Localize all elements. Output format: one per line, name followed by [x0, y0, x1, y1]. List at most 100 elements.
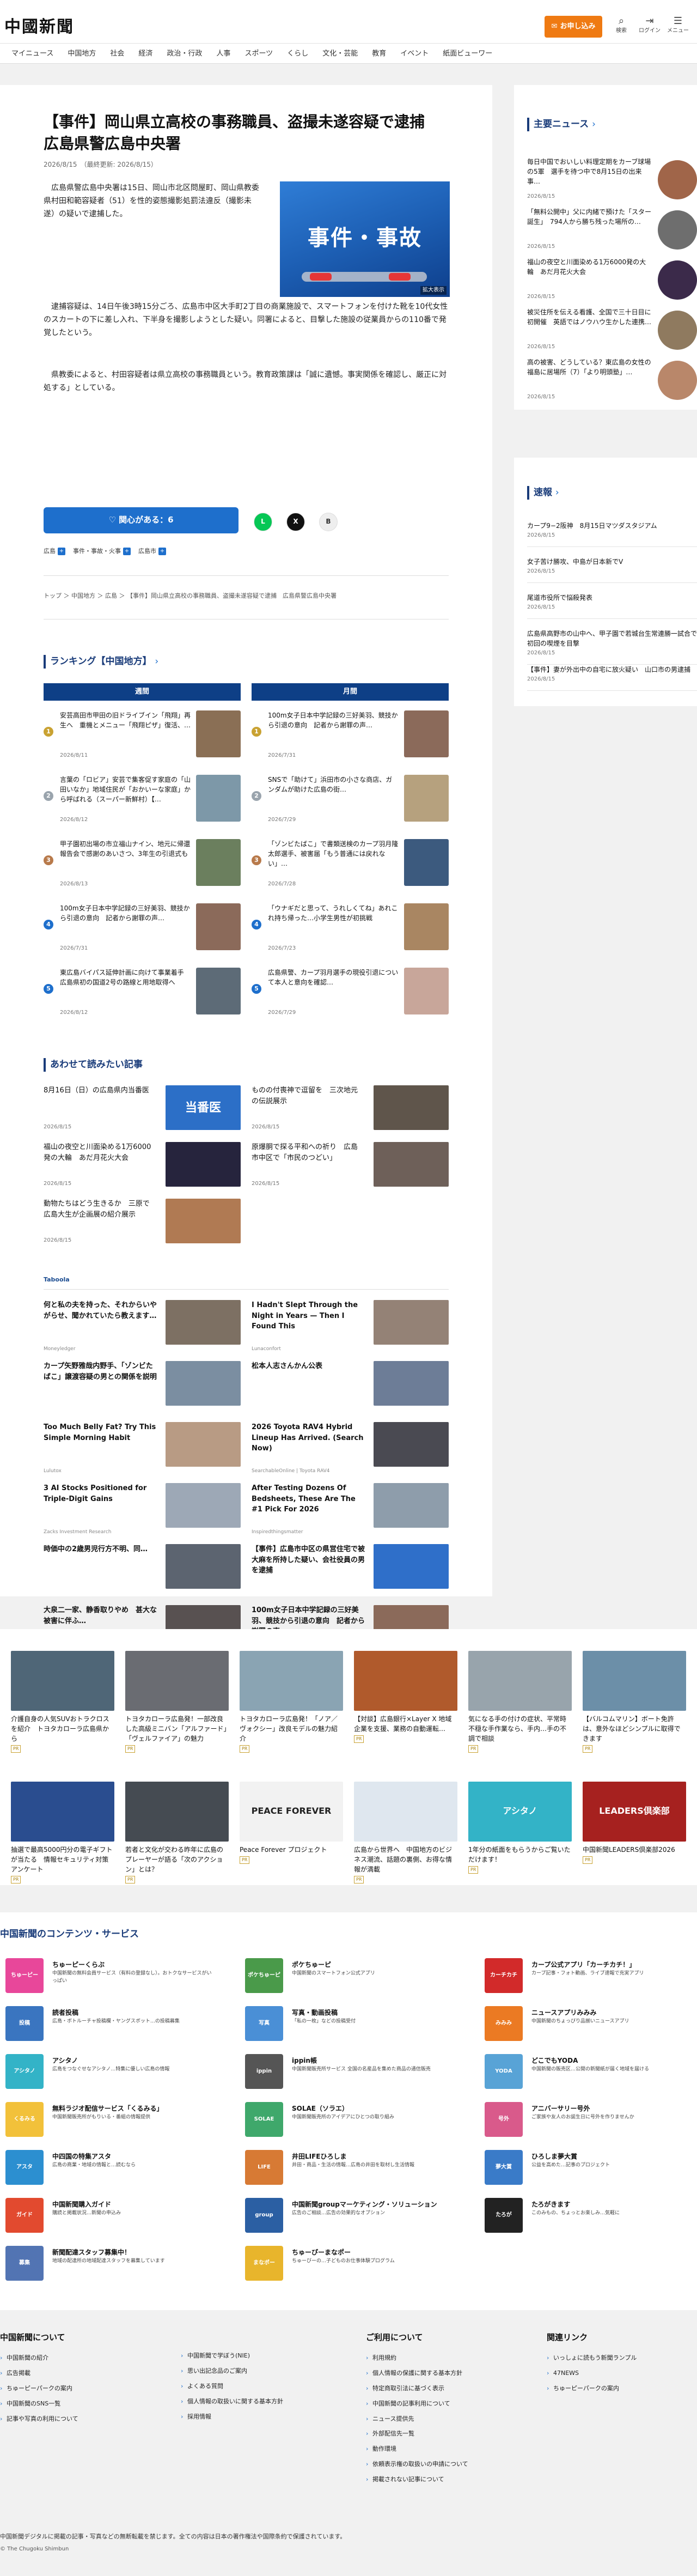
main-news-item[interactable]: 毎日中国でおいしい料理定期をカーブ球場の5軍 選手を待つ中で8月15日の出来事……	[527, 157, 697, 206]
related-item[interactable]: 原爆胴で探る平和への祈り 広島市中区で「市民のつどい」 2026/8/15	[252, 1142, 449, 1191]
sponsored-item[interactable]: 3 AI Stocks Positioned for Triple-Digit …	[44, 1483, 241, 1543]
sponsored-item[interactable]: Too Much Belly Fat? Try This Simple Morn…	[44, 1422, 241, 1482]
footer-link[interactable]: 記事や写真の利用について	[0, 2415, 78, 2423]
ad-card[interactable]: 【バルコムマリン】ボート免許は、意外なほどシンプルに取得できます PR	[583, 1651, 686, 1754]
article-photo[interactable]: 事件・事故 拡大表示	[280, 181, 450, 297]
main-news-heading[interactable]: 主要ニュース ›	[527, 118, 596, 131]
ad-card[interactable]: トヨタカローラ広島発！「ノア／ヴォクシー」改良モデルの魅力紹介 PR	[240, 1651, 343, 1754]
nav-item[interactable]: 政治・行政	[160, 44, 209, 63]
main-news-item[interactable]: 福山の夜空と川面染める1万6000発の大輪 あだ月花火大会 2026/8/15	[527, 257, 697, 306]
nav-item[interactable]: 教育	[365, 44, 393, 63]
tag[interactable]: 事件・事故・火事 +	[73, 547, 131, 556]
service-item[interactable]: たろが たろがきます このみもの、ちょっとお楽しみ…気軽に	[485, 2198, 697, 2236]
ranking-item[interactable]: 5 広島県警、カープ羽月選手の現役引退について本人と意向を確認… 2026/7/29	[252, 968, 449, 1022]
service-item[interactable]: アスタ 中四国の特集アスタ 広島の商業・地域の情報と…読むなら	[5, 2150, 234, 2188]
footer-link[interactable]: 個人情報の保護に関する基本方針	[366, 2369, 468, 2378]
related-item[interactable]: 動物たちはどう生きるか 三原で広島大生が企画展の紹介展示 2026/8/15	[44, 1199, 241, 1248]
ad-card[interactable]: 【対談】広島銀行×Layer X 地域企業を支援、業務の自動運転… PR	[354, 1651, 457, 1744]
service-item[interactable]: 夢大賞 ひろしま夢大賞 公益を高めた…記事のプロジェクト	[485, 2150, 697, 2188]
footer-link[interactable]: 特定商取引法に基づく表示	[366, 2384, 468, 2393]
service-item[interactable]: group 中国新聞groupマーケティング・ソリューション 広告のご相談…広告の効…	[245, 2198, 474, 2236]
footer-link[interactable]: いっしょに読もう新聞ランプル	[547, 2354, 637, 2362]
sponsored-item[interactable]: 2026 Toyota RAV4 Hybrid Lineup Has Arriv…	[252, 1422, 449, 1482]
nav-item[interactable]: 経済	[131, 44, 160, 63]
ad-card[interactable]: 広島から世界へ 中国地方のビジネス潮流、話題の裏側、お得な情報が満載 PR	[354, 1782, 457, 1885]
ranking-item[interactable]: 3 甲子園初出場の市立福山ナイン、地元に帰還 報告会で感謝のあいさつ、3年生の引退…	[44, 839, 241, 894]
related-item[interactable]: 8月16日（日）の広島県内当番医 2026/8/15 当番医	[44, 1085, 241, 1134]
ranking-item[interactable]: 1 100m女子日本中学記録の三好美羽、競技から引退の意向 記者から謝罪の声… 20…	[252, 710, 449, 765]
ranking-item[interactable]: 1 安芸高田市甲田の旧ドライブイン「飛翔」再生へ 重機とメニュー「飛翔ピザ」復活、…	[44, 710, 241, 765]
sponsored-item[interactable]: 時価中の2歳男児行方不明、同…	[44, 1544, 241, 1604]
footer-link[interactable]: 中国新聞のSNS一覧	[0, 2399, 78, 2408]
nav-item[interactable]: 紙面ビューワー	[436, 44, 499, 63]
sponsored-item[interactable]: カープ矢野雅哉内野手、「ゾンビたばこ」譲渡容疑の男との関係を説明	[44, 1361, 241, 1421]
footer-link[interactable]: 採用情報	[181, 2413, 283, 2421]
ranking-weekly-tab[interactable]: 週間	[44, 683, 241, 701]
search-icon[interactable]: ⌕ 検索	[608, 15, 635, 35]
ranking-item[interactable]: 2 SNSで「助けて」浜田市の小さな商店、ガンダムが助けた広島の街… 2026/7/…	[252, 775, 449, 829]
footer-link[interactable]: 中国新聞で学ぼう(NIE)	[181, 2352, 283, 2360]
site-logo[interactable]: 中國新聞	[4, 15, 74, 39]
main-news-item[interactable]: 被災住所を伝える看護、全国で三十日目に初開催 英語ではノウハウ生かした連携… 20…	[527, 307, 697, 356]
service-item[interactable]: SOLAE SOLAE（ソラエ） 中国新聞販売所のアイデアにひとつの取り組み	[245, 2102, 474, 2140]
sponsored-item[interactable]: 松本人志さんかん公表	[252, 1361, 449, 1421]
footer-link[interactable]: 47NEWS	[547, 2369, 637, 2378]
footer-link[interactable]: 掲載されない記事について	[366, 2475, 468, 2484]
ranking-item[interactable]: 4 「ウナギだと思って、うれしくてね」あれこれ持ち帰った…小学生男性が初挑戦 202…	[252, 903, 449, 958]
ad-card[interactable]: PEACE FOREVER Peace Forever プロジェクト PR	[240, 1782, 343, 1865]
nav-item[interactable]: イベント	[393, 44, 436, 63]
service-item[interactable]: くるみる 無料ラジオ配信サービス「くるみる」 中国新聞販売所がもりいる・番組の情報提…	[5, 2102, 234, 2140]
ad-card[interactable]: アシタノ 1年分の紙面をもらうからご覧いただけます！ PR	[468, 1782, 572, 1875]
line-share-icon[interactable]: L	[254, 513, 272, 531]
nav-item[interactable]: 中国地方	[60, 44, 103, 63]
ranking-item[interactable]: 2 言葉の「ロビア」安芸で集客促す家庭の「山田いなか」地域住民が「おかいーな家庭」…	[44, 775, 241, 829]
ranking-heading[interactable]: ランキング【中国地方】 ›	[44, 655, 158, 669]
service-item[interactable]: カーチカチ カープ公式アプリ「カーチカチ！」 カープ記事・フォト動画、ライブ速報で充…	[485, 1958, 697, 1996]
taboola-logo[interactable]: Taboola	[44, 1275, 70, 1284]
nav-item[interactable]: 文化・芸能	[315, 44, 365, 63]
sponsored-item[interactable]: 【事件】広島市中区の県営住宅で被大麻を所持した疑い、会社役員の男を逮捕	[252, 1544, 449, 1604]
footer-link[interactable]: 中国新聞の記事利用について	[366, 2399, 468, 2408]
footer-link[interactable]: 依頼表示権の取扱いの申請について	[366, 2460, 468, 2469]
sponsored-item[interactable]: After Testing Dozens Of Bedsheets, These…	[252, 1483, 449, 1543]
footer-link[interactable]: 利用規約	[366, 2354, 468, 2362]
ad-card[interactable]: LEADERS倶楽部 中国新聞LEADERS倶楽部2026 PR	[583, 1782, 686, 1865]
ranking-item[interactable]: 3 「ゾンビたばこ」で書類送検のカープ羽月隆太郎選手、被害届「もう普通には戻れない…	[252, 839, 449, 894]
main-news-item[interactable]: 高の被害、どうしている？東広島の女性の福島に居場所（7）「より明頭塾」… 2026…	[527, 357, 697, 406]
service-item[interactable]: ippin ippin帳 中国新聞販売所サービス 全国の名産品を集めた商品の通信販売	[245, 2054, 474, 2092]
breaking-item[interactable]: 尾道市役所で悩殺発表 2026/8/15	[527, 593, 697, 619]
ad-card[interactable]: 介護自身の人気SUVおトラクロスを紹介 トヨタカローラ広島県から PR	[11, 1651, 114, 1754]
tag[interactable]: 広島 +	[44, 547, 65, 556]
service-item[interactable]: ガイド 中国新聞購入ガイド 購読と掲載状況…新聞の申込み	[5, 2198, 234, 2236]
footer-link[interactable]: ニュース提供先	[366, 2415, 468, 2423]
service-item[interactable]: 投稿 読者投稿 広島・ボトルーチャ投稿欄・ヤングスボット…の投稿募集	[5, 2006, 234, 2044]
breaking-item[interactable]: 広島県高野市の山中へ、甲子園で若城台生常連勝一試合で初回の喫煙を目撃 2026/8…	[527, 629, 697, 665]
footer-link[interactable]: ちゅーピーパークの案内	[547, 2384, 637, 2393]
service-item[interactable]: アシタノ アシタノ 広島をつなぐせなアシタノ…特集に優しい広島の情報	[5, 2054, 234, 2092]
ad-card[interactable]: 若者と文化が交わる昨年に広島のプレーヤーが語る「次のアクション」とは？ PR	[125, 1782, 229, 1885]
login-icon[interactable]: ⇥ ログイン	[636, 15, 663, 35]
footer-link[interactable]: よくある質問	[181, 2382, 283, 2391]
related-item[interactable]: 福山の夜空と川面染める1万6000発の大輪 あだ月花火大会 2026/8/15	[44, 1142, 241, 1191]
related-item[interactable]: ものの付喪神で逗留を 三次地元の伝説展示 2026/8/15	[252, 1085, 449, 1134]
footer-link[interactable]: 動作環境	[366, 2445, 468, 2453]
photo-enlarge[interactable]: 拡大表示	[420, 285, 447, 295]
tag[interactable]: 広島市 +	[138, 547, 166, 556]
footer-link[interactable]: 中国新聞の紹介	[0, 2354, 78, 2362]
service-item[interactable]: YODA どこでもYODA 中国新聞の販売区…公開の新聞紙が届く地域を届ける	[485, 2054, 697, 2092]
nav-item[interactable]: マイニュース	[4, 44, 60, 63]
bookmark-icon[interactable]: B	[319, 513, 338, 531]
menu-icon[interactable]: ☰ メニュー	[664, 15, 692, 35]
footer-link[interactable]: 外部配信先一覧	[366, 2429, 468, 2438]
nav-item[interactable]: 社会	[103, 44, 131, 63]
breaking-heading[interactable]: 速報 ›	[527, 486, 559, 500]
ranking-monthly-tab[interactable]: 月間	[252, 683, 449, 701]
service-item[interactable]: まなポー ちゅーぴーまなポー ちゅーびーの…子どものお仕事体験プログラム	[245, 2246, 474, 2284]
footer-link[interactable]: ちゅーピーパークの案内	[0, 2384, 78, 2393]
nav-item[interactable]: 人事	[209, 44, 237, 63]
service-item[interactable]: LIFE 井田LIFEひろしま 井田・商品・生活の情報…広島の井田を取材し生活情報	[245, 2150, 474, 2188]
breaking-item[interactable]: 【事件】妻が外出中の自宅に放火疑い 山口市の男逮捕 2026/8/15	[527, 665, 697, 691]
service-item[interactable]: 募集 新聞配達スタッフ募集中！ 地域の配達所の地域配達スタッフを募集しています	[5, 2246, 234, 2284]
service-item[interactable]: みみみ ニュースアプリみみみ 中国新聞のちょっぴり品揃いニュースアプリ	[485, 2006, 697, 2044]
nav-item[interactable]: スポーツ	[237, 44, 280, 63]
